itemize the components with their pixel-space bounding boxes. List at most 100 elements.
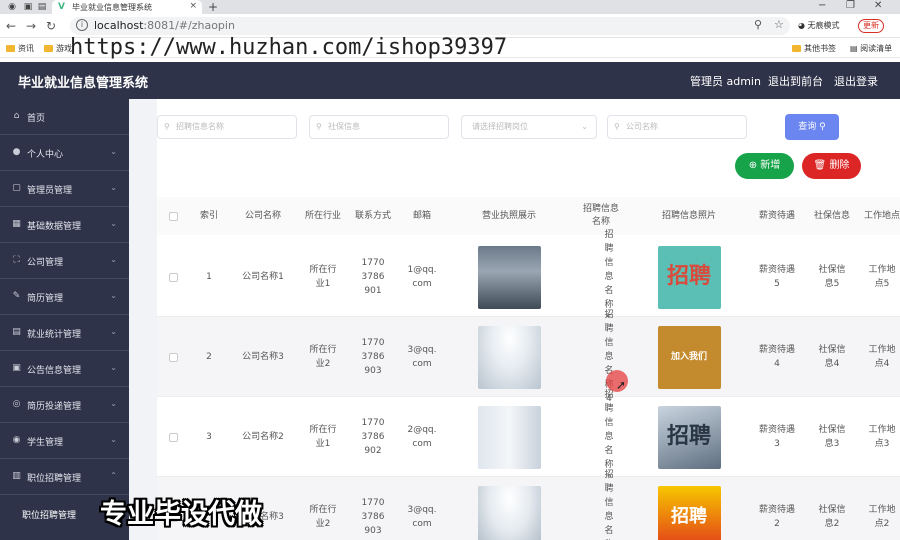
- table-header-cell: 社保信息: [813, 210, 850, 221]
- table-row[interactable]: 公司名称3所在行业2177037869033@qq.com招聘信息名称2招聘薪资…: [157, 470, 900, 540]
- bookmark-other[interactable]: 其他书签: [792, 43, 836, 54]
- table-row[interactable]: 3公司名称2所在行业1177037869022@qq.com招聘信息名称3招聘薪…: [157, 390, 900, 484]
- recruit-photo-image[interactable]: 加入我们: [631, 317, 747, 397]
- vue-favicon-icon: V: [58, 2, 65, 12]
- sidebar-item[interactable]: ▣ 公告信息管理 ⌄: [0, 351, 129, 387]
- mouse-cursor-icon: ➚: [616, 378, 627, 392]
- browser-tabbar: ◉ ▣ ▤ V 毕业就业信息管理系统 × + − ❐ ✕: [0, 0, 900, 14]
- sidebar-item[interactable]: ◉ 学生管理 ⌄: [0, 423, 129, 459]
- sidebar-item[interactable]: ⛶ 公司管理 ⌄: [0, 243, 129, 279]
- search-input-recruit-name[interactable]: ⚲ 招聘信息名称: [157, 115, 297, 139]
- forward-icon[interactable]: →: [26, 19, 36, 33]
- table-row[interactable]: 2公司名称3所在行业2177037869033@qq.com招聘信息名称4加入我…: [157, 310, 900, 404]
- cell-email: 3@qq.com: [407, 345, 437, 369]
- recruit-poster: 招聘: [657, 485, 721, 540]
- new-tab-icon[interactable]: +: [208, 0, 218, 14]
- license-photo: [477, 325, 541, 389]
- tab-title: 毕业就业信息管理系统: [72, 3, 152, 12]
- select-all-checkbox[interactable]: [157, 197, 189, 235]
- table-header-cell: 所在行业: [304, 210, 341, 221]
- recruit-photo-image[interactable]: 招聘: [631, 477, 747, 540]
- incognito-indicator[interactable]: ◕ 无痕模式: [798, 20, 840, 31]
- app-title: 毕业就业信息管理系统: [18, 76, 149, 91]
- cell-social: 社保信息4: [818, 345, 846, 369]
- cell-industry: 所在行业1: [309, 265, 337, 289]
- sidebar-item[interactable]: ▢ 管理员管理 ⌄: [0, 171, 129, 207]
- sidebar-item-label: 简历管理: [27, 294, 64, 304]
- bookmark-folder-1[interactable]: 资讯: [6, 43, 34, 54]
- sidebar-item[interactable]: ⌂ 首页: [0, 99, 129, 135]
- table-row[interactable]: 1公司名称1所在行业1177037869011@qq.com招聘信息名称5招聘薪…: [157, 230, 900, 324]
- add-button[interactable]: ⊕ 新增: [735, 153, 794, 179]
- sidebar-subitem-job-recruit[interactable]: 职位招聘管理: [22, 508, 76, 521]
- zoom-icon[interactable]: ⚲: [754, 18, 762, 31]
- license-photo: [477, 405, 541, 469]
- poster-text: 加入我们: [670, 352, 707, 362]
- minimize-icon[interactable]: −: [818, 0, 826, 11]
- poster-text: 招聘: [671, 506, 707, 527]
- notice-icon: ▣: [12, 363, 21, 373]
- business-license-image[interactable]: [447, 317, 571, 397]
- table-header-cell: 薪资待遇: [758, 210, 795, 221]
- sidebar-item-label: 公告信息管理: [27, 366, 82, 376]
- logout-link[interactable]: 退出登录: [834, 73, 878, 89]
- bookmark-folder-2[interactable]: 游戏: [44, 43, 72, 54]
- sidebar-item[interactable]: ◎ 简历投递管理 ⌄: [0, 387, 129, 423]
- tab-close-icon[interactable]: ×: [189, 1, 197, 11]
- cell-social: 社保信息3: [818, 425, 846, 449]
- update-button[interactable]: 更新: [858, 19, 884, 33]
- business-license-image[interactable]: [447, 397, 571, 477]
- sidebar-item[interactable]: ✎ 简历管理 ⌄: [0, 279, 129, 315]
- bookmark-star-icon[interactable]: ☆: [774, 18, 784, 31]
- recruit-photo-image[interactable]: 招聘: [631, 237, 747, 317]
- sidebar-item[interactable]: ▤ 就业统计管理 ⌄: [0, 315, 129, 351]
- close-window-icon[interactable]: ✕: [874, 0, 882, 11]
- site-info-icon[interactable]: i: [76, 19, 88, 31]
- table-header-cell: 索引: [199, 210, 218, 221]
- chevron-icon: ⌄: [110, 219, 117, 228]
- url-text: localhost:8081/#/zhaopin: [94, 19, 235, 32]
- recruit-photo-image[interactable]: 招聘: [631, 397, 747, 477]
- back-icon[interactable]: ←: [6, 19, 16, 33]
- sidebar-item-label: 就业统计管理: [27, 330, 82, 340]
- app-header: 毕业就业信息管理系统 管理员 admin 退出到前台 退出登录: [0, 62, 900, 99]
- restore-icon[interactable]: ❐: [846, 0, 855, 11]
- business-license-image[interactable]: [447, 477, 571, 540]
- query-button[interactable]: 查询 ⚲: [785, 114, 839, 140]
- deliver-icon: ◎: [12, 399, 21, 409]
- chevron-icon: ⌄: [110, 435, 117, 444]
- data-icon: ▦: [12, 219, 21, 229]
- pinned-tab-icon-2[interactable]: ▤: [36, 1, 48, 13]
- search-input-company[interactable]: ⚲ 公司名称: [607, 115, 747, 139]
- select-job-position[interactable]: 请选择招聘岗位 ⌄: [461, 115, 597, 139]
- chevron-icon: ⌄: [110, 255, 117, 264]
- table-header-cell: 营业执照展示: [481, 210, 536, 221]
- search-input-social[interactable]: ⚲ 社保信息: [309, 115, 449, 139]
- sidebar-item[interactable]: ● 个人中心 ⌄: [0, 135, 129, 171]
- business-license-image[interactable]: [447, 237, 571, 317]
- chevron-icon: ⌄: [110, 147, 117, 156]
- cell-place: 工作地点2: [868, 505, 896, 529]
- cell-salary: 薪资待遇2: [758, 505, 795, 529]
- chevron-down-icon: ⌄: [581, 122, 588, 131]
- delete-button[interactable]: 🗑 删除: [802, 153, 861, 179]
- cell-company: 公司名称3: [242, 352, 284, 362]
- reload-icon[interactable]: ↻: [46, 19, 56, 33]
- row-checkbox[interactable]: [157, 317, 189, 397]
- sidebar-item[interactable]: ▥ 职位招聘管理 ⌃: [0, 459, 129, 495]
- browser-tab-active[interactable]: V 毕业就业信息管理系统 ×: [52, 0, 202, 14]
- cell-industry: 所在行业2: [309, 345, 337, 369]
- back-to-front-link[interactable]: 退出到前台: [768, 73, 823, 89]
- plus-icon: ⊕: [748, 160, 758, 171]
- watermark-url: https://www.huzhan.com/ishop39397: [70, 35, 508, 60]
- pinned-tab-icon[interactable]: ▣: [22, 1, 34, 13]
- row-checkbox[interactable]: [157, 237, 189, 317]
- address-bar[interactable]: i localhost:8081/#/zhaopin ⚲ ☆: [70, 17, 790, 35]
- sidebar-item-label: 基础数据管理: [27, 222, 82, 232]
- cell-social: 社保信息5: [818, 265, 846, 289]
- sidebar-item[interactable]: ▦ 基础数据管理 ⌄: [0, 207, 129, 243]
- reading-list[interactable]: ▤ 阅读清单: [850, 43, 892, 54]
- row-checkbox[interactable]: [157, 397, 189, 477]
- company-icon: ⛶: [13, 255, 20, 265]
- browser-menu-icon[interactable]: ◉: [6, 1, 18, 13]
